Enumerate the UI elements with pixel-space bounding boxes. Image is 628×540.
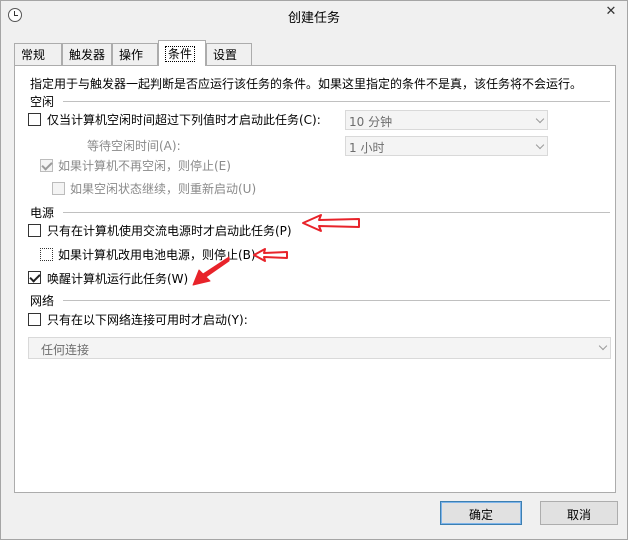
idle-group-divider xyxy=(63,101,610,102)
conditions-panel: 指定用于与触发器一起判断是否应运行该任务的条件。如果这里指定的条件不是真，该任务… xyxy=(14,65,616,493)
network-only-checkbox[interactable] xyxy=(28,313,41,326)
wake-to-run-checkbox[interactable] xyxy=(28,271,41,284)
stop-on-battery-checkbox[interactable] xyxy=(40,248,53,261)
wake-to-run-label: 唤醒计算机运行此任务(W) xyxy=(47,272,189,286)
tab-general[interactable]: 常规 xyxy=(14,43,62,65)
chevron-down-icon xyxy=(535,114,545,124)
create-task-window: 创建任务 ✕ 常规 触发器 操作 条件 设置 指定用于与触发器一起判断是否应运行… xyxy=(0,0,628,540)
annotation-arrow-down-left xyxy=(192,256,230,286)
power-group-header: 电源 xyxy=(30,206,55,220)
restart-if-idle-checkbox[interactable] xyxy=(52,182,65,195)
restart-if-idle-label: 如果空闲状态继续，则重新启动(U) xyxy=(70,182,257,196)
close-icon: ✕ xyxy=(605,3,617,19)
tab-actions[interactable]: 操作 xyxy=(112,43,158,65)
network-group-divider xyxy=(63,300,610,301)
tab-triggers[interactable]: 触发器 xyxy=(62,43,112,65)
annotation-arrow-left xyxy=(302,214,360,232)
start-if-idle-checkbox[interactable] xyxy=(28,113,41,126)
idle-duration-select[interactable]: 10 分钟 xyxy=(345,110,548,130)
close-button[interactable]: ✕ xyxy=(600,2,622,20)
stop-if-not-idle-label: 如果计算机不再空闲，则停止(E) xyxy=(58,159,231,173)
chevron-down-icon xyxy=(598,341,608,351)
network-group-header: 网络 xyxy=(30,294,55,308)
tab-conditions[interactable]: 条件 xyxy=(158,40,206,66)
start-if-idle-label: 仅当计算机空闲时间超过下列值时才启动此任务(C): xyxy=(47,113,321,127)
cancel-button[interactable]: 取消 xyxy=(540,501,618,525)
conditions-intro: 指定用于与触发器一起判断是否应运行该任务的条件。如果这里指定的条件不是真，该任务… xyxy=(30,77,583,91)
network-only-label: 只有在以下网络连接可用时才启动(Y): xyxy=(47,313,248,327)
idle-group-header: 空闲 xyxy=(30,95,55,109)
ac-power-only-label: 只有在计算机使用交流电源时才启动此任务(P) xyxy=(47,224,292,238)
window-title: 创建任务 xyxy=(287,11,340,26)
ac-power-only-checkbox[interactable] xyxy=(28,224,41,237)
wait-duration-select[interactable]: 1 小时 xyxy=(345,136,548,156)
wait-idle-label: 等待空闲时间(A): xyxy=(87,139,181,153)
stop-if-not-idle-checkbox[interactable] xyxy=(40,159,53,172)
chevron-down-icon xyxy=(535,140,545,150)
ok-button[interactable]: 确定 xyxy=(440,501,522,525)
network-connection-select[interactable]: 任何连接 xyxy=(28,337,611,359)
annotation-arrow-left xyxy=(253,248,288,262)
title-bar: 创建任务 ✕ xyxy=(1,1,627,30)
tab-settings[interactable]: 设置 xyxy=(206,43,252,65)
